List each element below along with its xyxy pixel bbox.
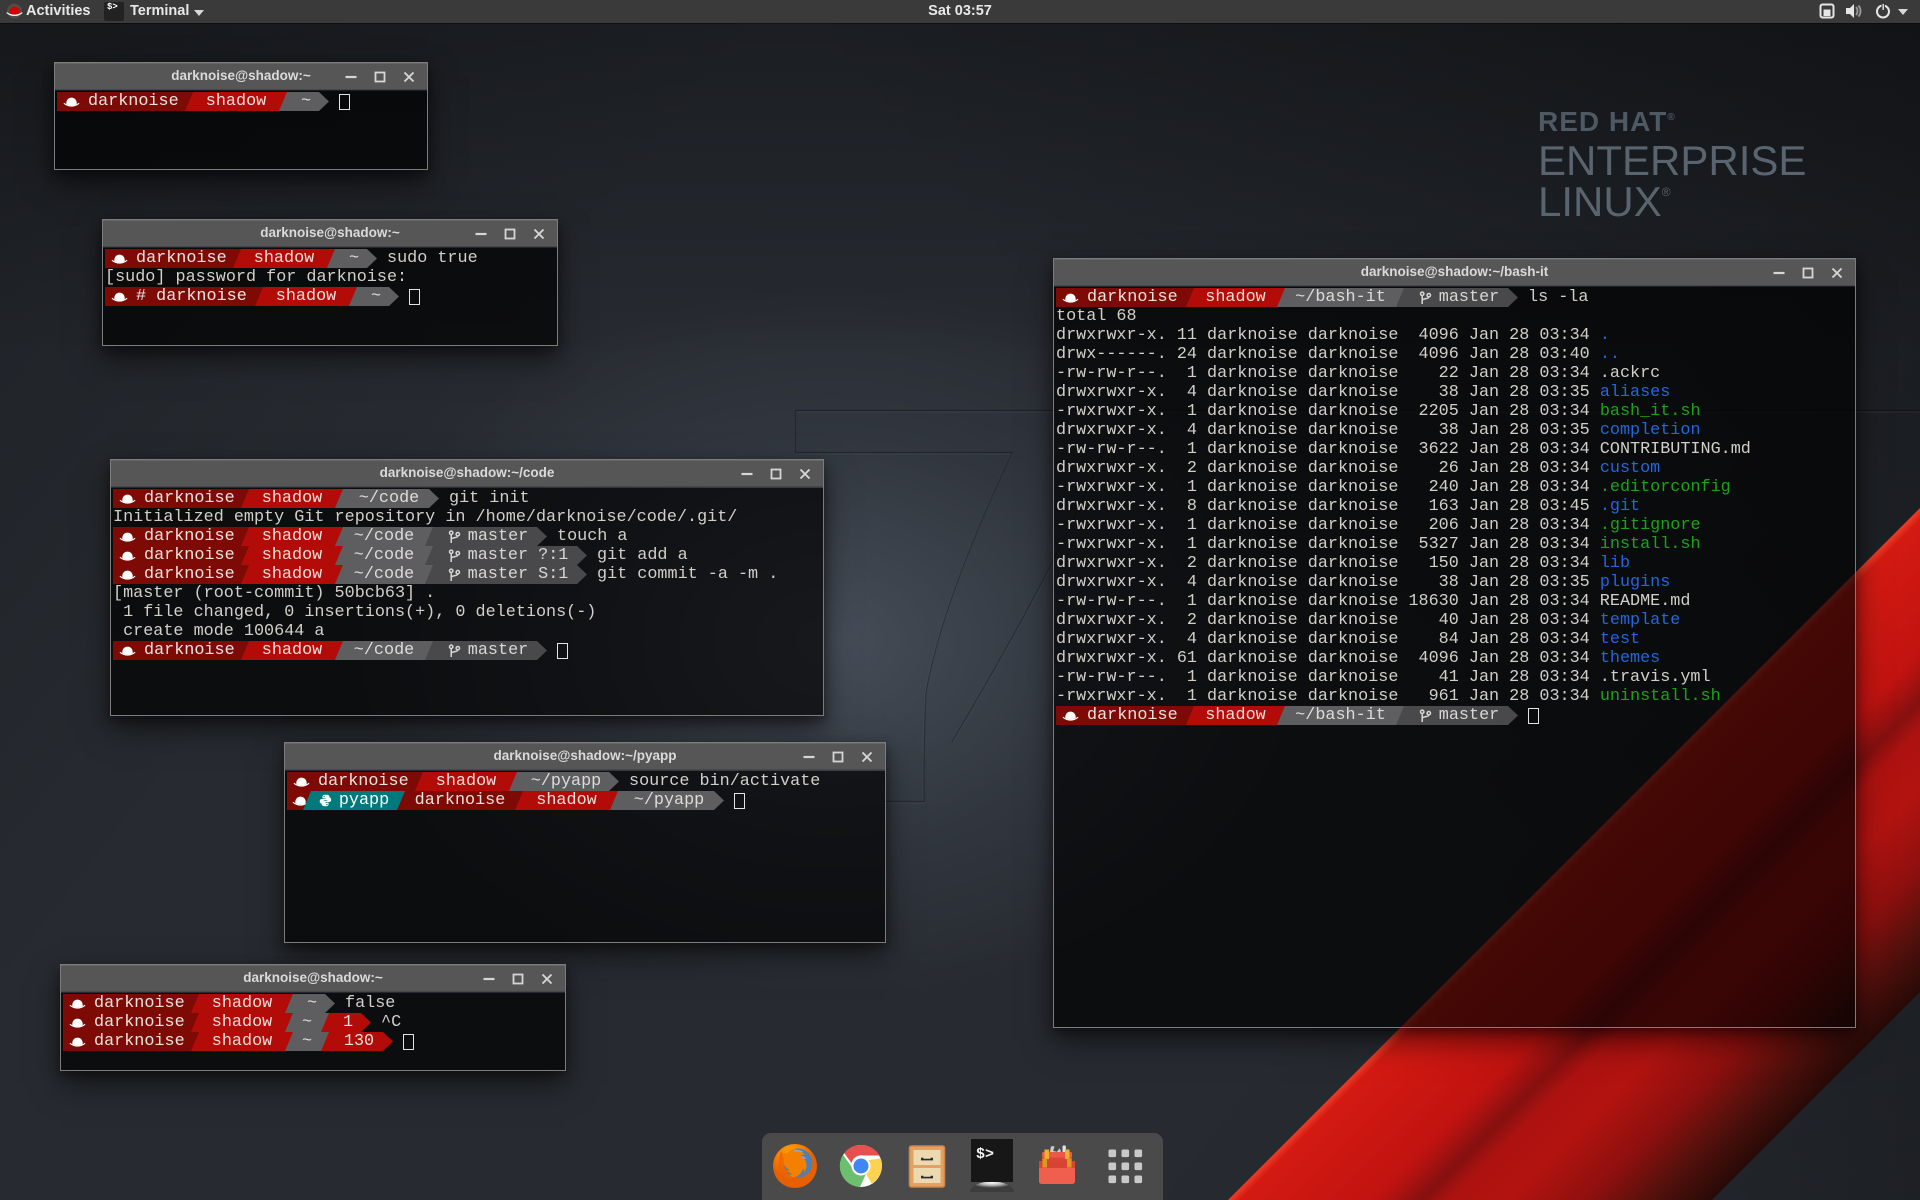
svg-text:$>: $> xyxy=(976,1146,994,1163)
